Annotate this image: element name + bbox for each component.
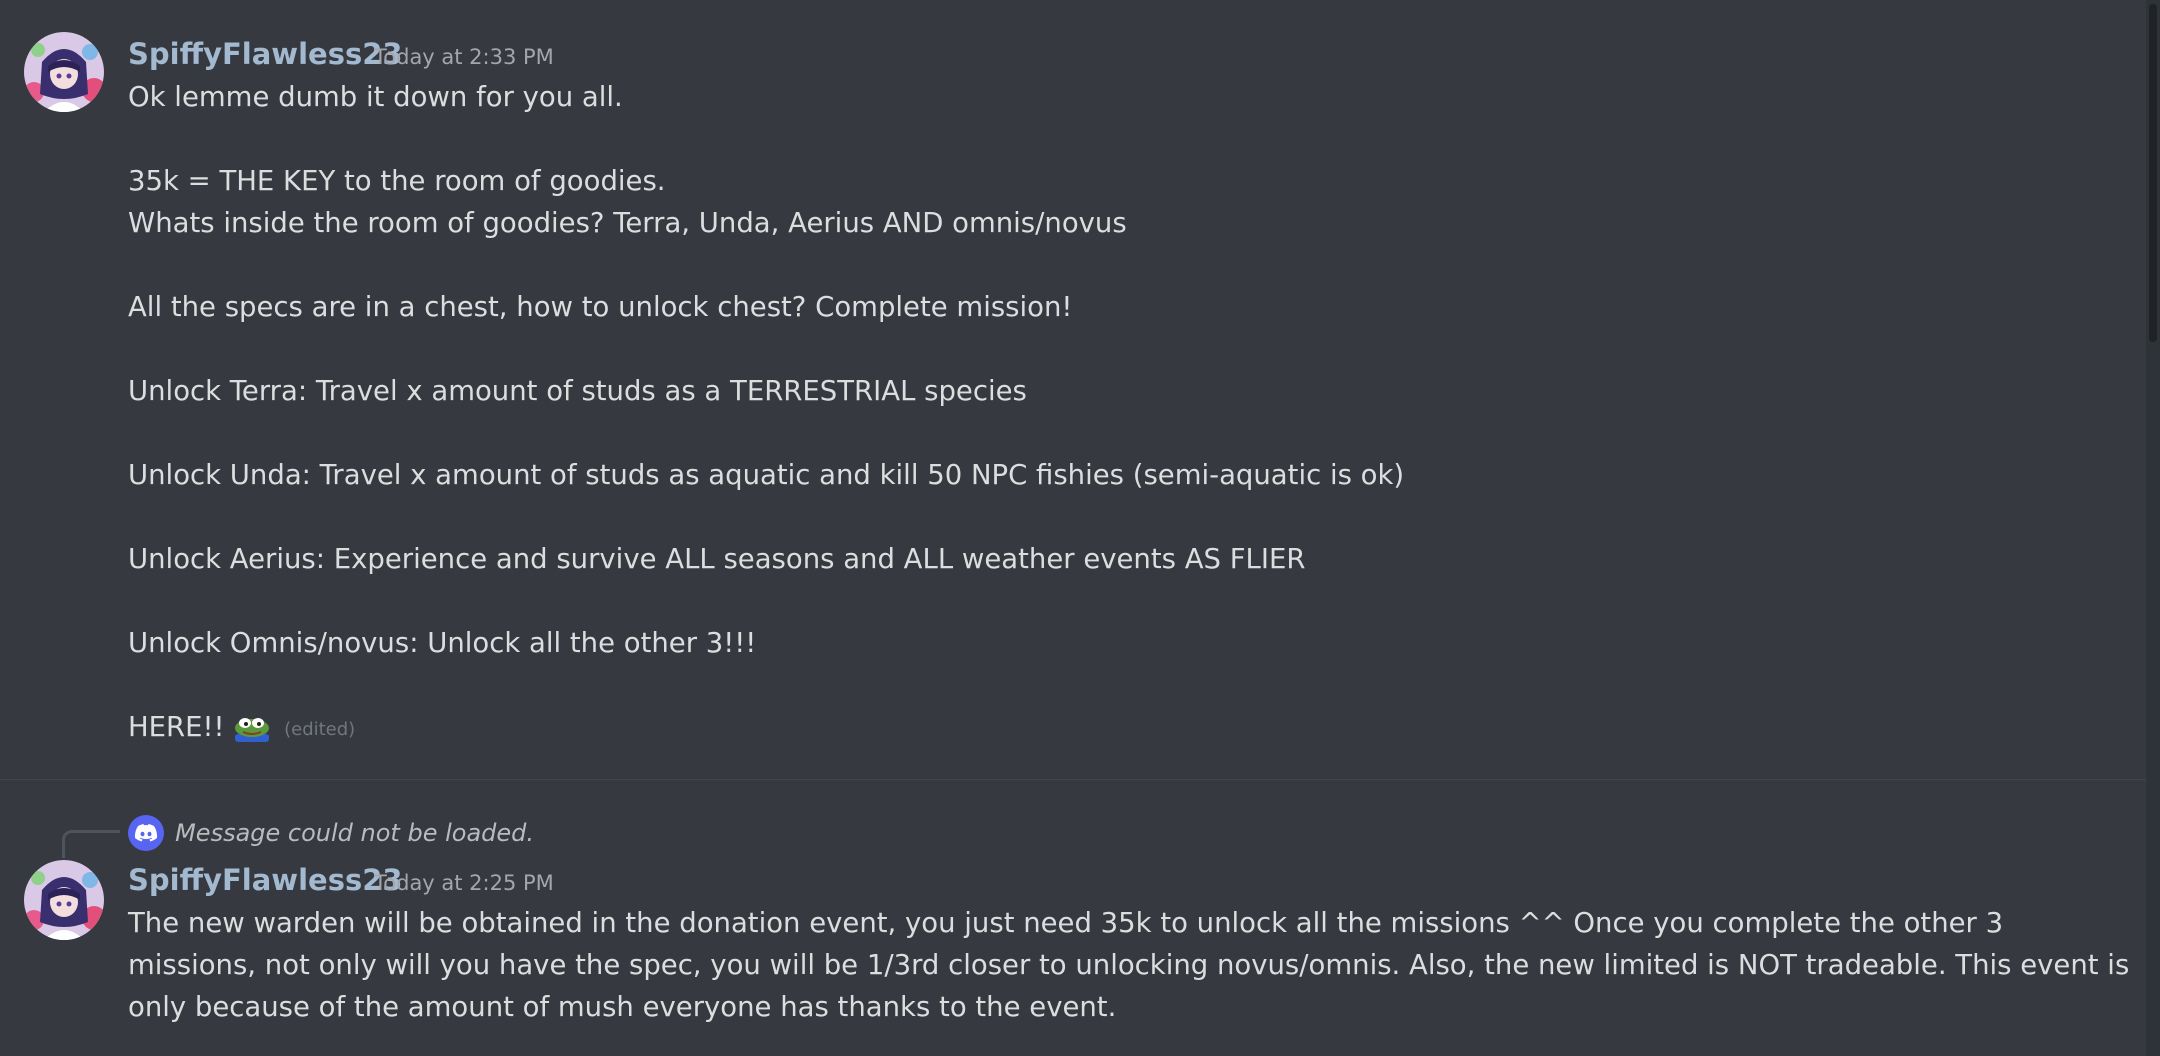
message-line: Unlock Unda: Travel x amount of studs as… xyxy=(128,459,1405,491)
message-line: Unlock Terra: Travel x amount of studs a… xyxy=(128,375,1027,407)
message-last-line: HERE!! (edited) xyxy=(128,706,2138,748)
scrollbar-thumb[interactable] xyxy=(2149,4,2157,342)
scrollbar[interactable] xyxy=(2146,0,2160,1056)
avatar[interactable] xyxy=(24,32,104,112)
message-line: 35k = THE KEY to the room of goodies. xyxy=(128,165,666,197)
message-line xyxy=(128,580,2138,622)
pepe-frog-emoji[interactable] xyxy=(233,712,271,742)
message-line: All the specs are in a chest, how to unl… xyxy=(128,291,1073,323)
author-name[interactable]: SpiffyFlawless23 xyxy=(128,36,403,72)
message-line: HERE!! xyxy=(128,711,225,743)
edited-label: (edited) xyxy=(284,719,356,740)
message-1[interactable]: SpiffyFlawless23 Today at 2:33 PM Ok lem… xyxy=(0,0,2146,779)
chat-messages: SpiffyFlawless23 Today at 2:33 PM Ok lem… xyxy=(0,0,2146,1056)
message-line xyxy=(128,328,2138,370)
message-line: Whats inside the room of goodies? Terra,… xyxy=(128,207,1127,239)
message-line: Unlock Omnis/novus: Unlock all the other… xyxy=(128,627,757,659)
avatar-image xyxy=(24,32,104,112)
avatar[interactable] xyxy=(24,860,104,940)
message-line: Unlock Aerius: Experience and survive AL… xyxy=(128,543,1306,575)
message-line xyxy=(128,664,2138,706)
message-timestamp[interactable]: Today at 2:33 PM xyxy=(374,39,554,75)
message-content: The new warden will be obtained in the d… xyxy=(128,907,2130,1023)
message-line xyxy=(128,244,2138,286)
message-line xyxy=(128,118,2138,160)
message-2[interactable]: SpiffyFlawless23 Today at 2:25 PM The ne… xyxy=(0,780,2146,1056)
message-content: Ok lemme dumb it down for you all. 35k =… xyxy=(128,76,2138,748)
message-timestamp[interactable]: Today at 2:25 PM xyxy=(374,865,554,901)
message-line xyxy=(128,496,2138,538)
message-line: Ok lemme dumb it down for you all. xyxy=(128,81,623,113)
author-name[interactable]: SpiffyFlawless23 xyxy=(128,862,403,898)
avatar-image xyxy=(24,860,104,940)
message-line xyxy=(128,412,2138,454)
